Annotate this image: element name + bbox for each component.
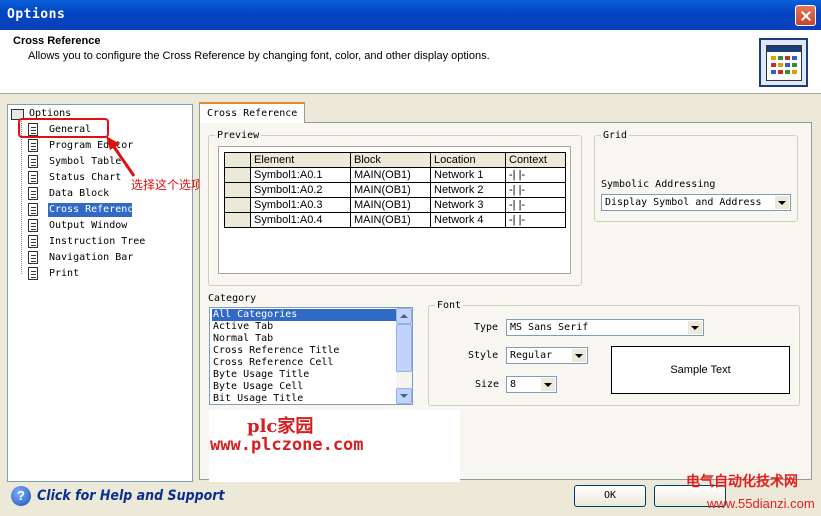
- table-cell: -| |-: [505, 212, 566, 228]
- table-cell: MAIN(OB1): [350, 182, 431, 198]
- list-item[interactable]: Cross Reference Cell: [212, 357, 334, 369]
- close-button[interactable]: [795, 5, 816, 26]
- list-item[interactable]: Active Tab: [212, 321, 274, 333]
- annotation-highlight: [18, 118, 109, 138]
- help-link[interactable]: Click for Help and Support: [37, 488, 225, 504]
- symbolic-addressing-value: Display Symbol and Address: [605, 197, 762, 208]
- table-row: Symbol1:A0.1 MAIN(OB1) Network 1 -| |-: [224, 167, 566, 183]
- row-header: [224, 212, 251, 228]
- list-item[interactable]: Byte Usage Title: [212, 369, 310, 381]
- list-item[interactable]: Byte Usage Cell: [212, 381, 304, 393]
- column-header: Location: [430, 152, 506, 168]
- chevron-down-icon[interactable]: [541, 378, 555, 391]
- document-icon: [28, 251, 38, 264]
- annotation-text: 选择这个选项: [131, 178, 204, 192]
- document-icon: [28, 139, 38, 152]
- font-style-dropdown[interactable]: Regular: [506, 347, 588, 364]
- table-cell: Network 3: [430, 197, 506, 213]
- cross-reference-icon: [759, 38, 808, 87]
- table-cell: -| |-: [505, 197, 566, 213]
- annotation-arrow-icon: [106, 136, 136, 177]
- category-list[interactable]: All Categories Active Tab Normal Tab Cro…: [209, 307, 413, 405]
- chevron-down-icon[interactable]: [572, 349, 586, 362]
- column-header: Block: [350, 152, 431, 168]
- ok-button[interactable]: OK: [574, 485, 646, 507]
- font-legend: Font: [437, 300, 462, 311]
- symbolic-addressing-dropdown[interactable]: Display Symbol and Address: [601, 194, 791, 211]
- table-cell: Network 4: [430, 212, 506, 228]
- list-item[interactable]: All Categories: [212, 309, 396, 321]
- table-cell: Network 2: [430, 182, 506, 198]
- scroll-up-icon[interactable]: [396, 308, 412, 324]
- chevron-down-icon[interactable]: [688, 321, 702, 334]
- table-cell: Symbol1:A0.4: [250, 212, 351, 228]
- header-description: Allows you to configure the Cross Refere…: [28, 50, 490, 62]
- symbolic-addressing-label: Symbolic Addressing: [601, 179, 716, 190]
- font-size-label: Size: [475, 379, 500, 390]
- table-cell: -| |-: [505, 167, 566, 183]
- scroll-down-icon[interactable]: [396, 388, 412, 404]
- title-bar: Options: [0, 0, 821, 30]
- sample-text-box: Sample Text: [611, 346, 790, 394]
- grid-legend: Grid: [603, 130, 628, 141]
- window-title: Options: [7, 7, 66, 22]
- table-row: Symbol1:A0.4 MAIN(OB1) Network 4 -| |-: [224, 212, 566, 228]
- font-size-dropdown[interactable]: 8: [506, 376, 557, 393]
- font-size-value: 8: [510, 379, 517, 390]
- preview-legend: Preview: [217, 130, 260, 141]
- document-icon: [28, 219, 38, 232]
- document-icon: [28, 267, 38, 280]
- scroll-thumb[interactable]: [396, 324, 412, 372]
- list-item[interactable]: Bit Usage Title: [212, 393, 304, 404]
- watermark-line2: www.plczone.com: [210, 435, 364, 455]
- table-cell: Network 1: [430, 167, 506, 183]
- header-title: Cross Reference: [13, 35, 101, 47]
- table-cell: MAIN(OB1): [350, 212, 431, 228]
- table-cell: Symbol1:A0.3: [250, 197, 351, 213]
- document-icon: [28, 203, 38, 216]
- tree-connector: [21, 119, 22, 274]
- row-header: [224, 167, 251, 183]
- table-cell: MAIN(OB1): [350, 167, 431, 183]
- list-item[interactable]: Normal Tab: [212, 333, 274, 345]
- tab-cross-reference[interactable]: Cross Reference: [199, 102, 305, 123]
- font-style-value: Regular: [510, 350, 553, 361]
- font-type-label: Type: [474, 322, 499, 333]
- category-label: Category: [208, 293, 257, 304]
- font-type-dropdown[interactable]: MS Sans Serif: [506, 319, 704, 336]
- column-header: Element: [250, 152, 351, 168]
- category-scrollbar[interactable]: [396, 308, 412, 404]
- table-header-row: Element Block Location Context: [224, 152, 566, 168]
- document-icon: [28, 187, 38, 200]
- watermark-line3: 电气自动化技术网: [686, 473, 798, 489]
- chevron-down-icon[interactable]: [775, 196, 789, 209]
- table-row: Symbol1:A0.3 MAIN(OB1) Network 3 -| |-: [224, 197, 566, 213]
- help-icon[interactable]: ?: [11, 486, 31, 506]
- document-icon: [28, 155, 38, 168]
- document-icon: [28, 235, 38, 248]
- header-panel: Cross Reference Allows you to configure …: [0, 30, 821, 94]
- row-header: [224, 197, 251, 213]
- list-item[interactable]: Cross Reference Title: [212, 345, 340, 357]
- row-header: [224, 182, 251, 198]
- watermark-line4: www.55dianzi.com: [707, 496, 815, 511]
- table-cell: Symbol1:A0.1: [250, 167, 351, 183]
- document-icon: [28, 171, 38, 184]
- table-cell: -| |-: [505, 182, 566, 198]
- column-header: Context: [505, 152, 566, 168]
- font-type-value: MS Sans Serif: [510, 322, 589, 333]
- corner-cell: [224, 152, 251, 168]
- table-row: Symbol1:A0.2 MAIN(OB1) Network 2 -| |-: [224, 182, 566, 198]
- tab-label: Cross Reference: [207, 108, 298, 119]
- table-cell: MAIN(OB1): [350, 197, 431, 213]
- font-style-label: Style: [468, 350, 499, 361]
- preview-table: Element Block Location Context Symbol1:A…: [224, 152, 566, 228]
- table-cell: Symbol1:A0.2: [250, 182, 351, 198]
